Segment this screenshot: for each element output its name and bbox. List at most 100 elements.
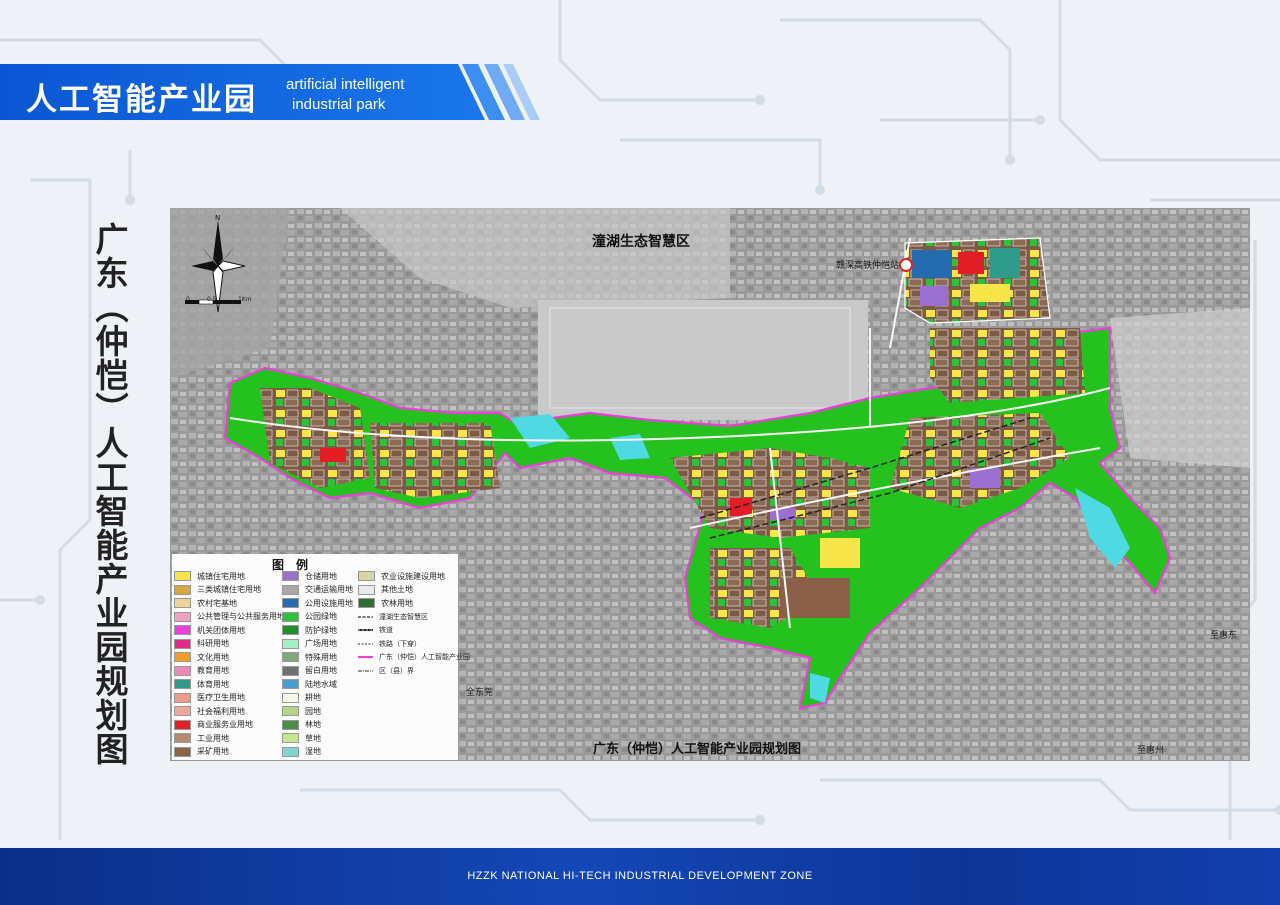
legend-label: 采矿用地 [197,747,229,756]
legend-line-item: 广东（仲恺）人工智能产业园 [358,651,470,663]
legend-swatch [282,733,299,743]
legend-swatch [282,719,299,730]
legend-item: 商业服务业用地 [174,719,253,731]
legend-label: 潼湖生态智慧区 [379,612,428,621]
legend-item: 公园绿地 [282,611,337,623]
legend-item: 园地 [282,705,321,717]
legend-label: 特殊用地 [305,652,337,662]
legend-label: 广场用地 [305,639,337,648]
legend-line-symbol [358,667,373,675]
legend-label: 农村宅基地 [197,598,237,608]
legend-item: 其他土地 [358,584,413,596]
legend-item: 采矿用地 [174,746,229,758]
legend-item: 林地 [282,719,321,731]
legend-swatch [358,571,375,581]
legend-swatch [174,679,191,689]
legend-item: 社会福利用地 [174,705,245,717]
legend-label: 公用设施用地 [305,598,353,608]
legend-swatch [282,598,299,608]
legend-swatch [174,692,191,703]
legend-label: 区（县）界 [379,666,414,675]
legend-item: 耕地 [282,692,321,704]
legend-line-symbol [358,626,373,634]
legend-swatch [174,638,191,649]
legend-label: 农业设施建设用地 [381,571,445,581]
legend-swatch [282,625,299,635]
legend-label: 广东（仲恺）人工智能产业园 [379,653,470,661]
legend-label: 文化用地 [197,652,229,662]
legend-item: 仓储用地 [282,570,337,582]
header-title: 人工智能产业园 [26,82,257,118]
legend-swatch [174,719,191,730]
legend-label: 农林用地 [381,598,413,608]
legend-item: 公用设施用地 [282,597,353,609]
legend-label: 医疗卫生用地 [197,693,245,702]
legend-swatch [174,625,191,635]
legend-item: 科研用地 [174,638,229,650]
legend-label: 教育用地 [197,666,229,675]
legend-label: 仓储用地 [305,571,337,581]
legend-item: 交通运输用地 [282,584,353,596]
legend-item: 特殊用地 [282,651,337,663]
legend-swatch [282,652,299,662]
place-label-huidong: 至惠东 [1210,631,1238,641]
legend-swatch [282,692,299,703]
legend-item: 城镇住宅用地 [174,570,245,582]
legend-item: 公共管理与公共服务用地 [174,611,285,623]
legend-item: 留白用地 [282,665,337,677]
side-title: 广东（仲恺）人工智能产业园规划图 [90,222,129,766]
legend-item: 广场用地 [282,638,337,650]
legend-swatch [282,679,299,689]
legend-swatch [174,733,191,743]
legend-swatch [282,665,299,676]
header-subtitle-line2: industrial park [292,96,386,113]
legend-label: 草地 [305,733,321,743]
legend-label: 留白用地 [305,666,337,675]
legend-label: 三类城镇住宅用地 [197,585,261,594]
legend-item: 医疗卫生用地 [174,692,245,704]
legend-swatch [174,652,191,662]
legend-label: 工业用地 [197,733,229,743]
station-label: 赣深高铁仲恺站 [836,261,900,271]
legend-line-symbol [358,653,373,661]
legend-label: 湿地 [305,747,321,756]
footer-text: HZZK NATIONAL HI-TECH INDUSTRIAL DEVELOP… [467,870,813,882]
scale-0: 0 [186,296,190,303]
map-legend: 图 例 城镇住宅用地 三类城镇住宅用地 农村宅基地 公共管理与公共服务用地 机关团体用地… [172,554,470,760]
legend-label: 防护绿地 [305,625,337,635]
legend-swatch [174,571,191,581]
legend-swatch [282,571,299,581]
legend-label: 园地 [305,706,321,716]
legend-item: 文化用地 [174,651,229,663]
legend-item: 体育用地 [174,678,229,690]
legend-swatch [282,611,299,622]
legend-label: 公园绿地 [305,612,337,621]
place-label-huizhou: 至惠州 [1137,746,1165,756]
legend-line-item: 区（县）界 [358,665,414,677]
legend-label: 交通运输用地 [305,585,353,594]
legend-swatch [174,665,191,676]
legend-swatch [174,584,191,595]
legend-swatch [282,706,299,716]
legend-swatch [174,746,191,757]
place-label-dongguan: 全东莞 [466,688,494,698]
legend-swatch [282,638,299,649]
legend-label: 陆地水域 [305,679,337,689]
legend-swatch [358,598,375,608]
legend-item: 防护绿地 [282,624,337,636]
legend-label: 体育用地 [197,679,229,689]
legend-label: 社会福利用地 [197,706,245,716]
legend-swatch [174,611,191,622]
north-label: N [215,214,220,222]
legend-line-symbol [358,640,373,648]
legend-swatch [282,746,299,757]
legend-swatch [282,584,299,595]
legend-label: 铁道 [379,626,393,634]
legend-label: 铁路（下穿） [379,639,421,648]
legend-item: 三类城镇住宅用地 [174,584,261,596]
legend-item: 机关团体用地 [174,624,245,636]
scale-1km: 1Km [238,296,252,303]
legend-item: 农林用地 [358,597,413,609]
legend-label: 公共管理与公共服务用地 [197,612,285,621]
legend-line-item: 铁道 [358,624,393,636]
